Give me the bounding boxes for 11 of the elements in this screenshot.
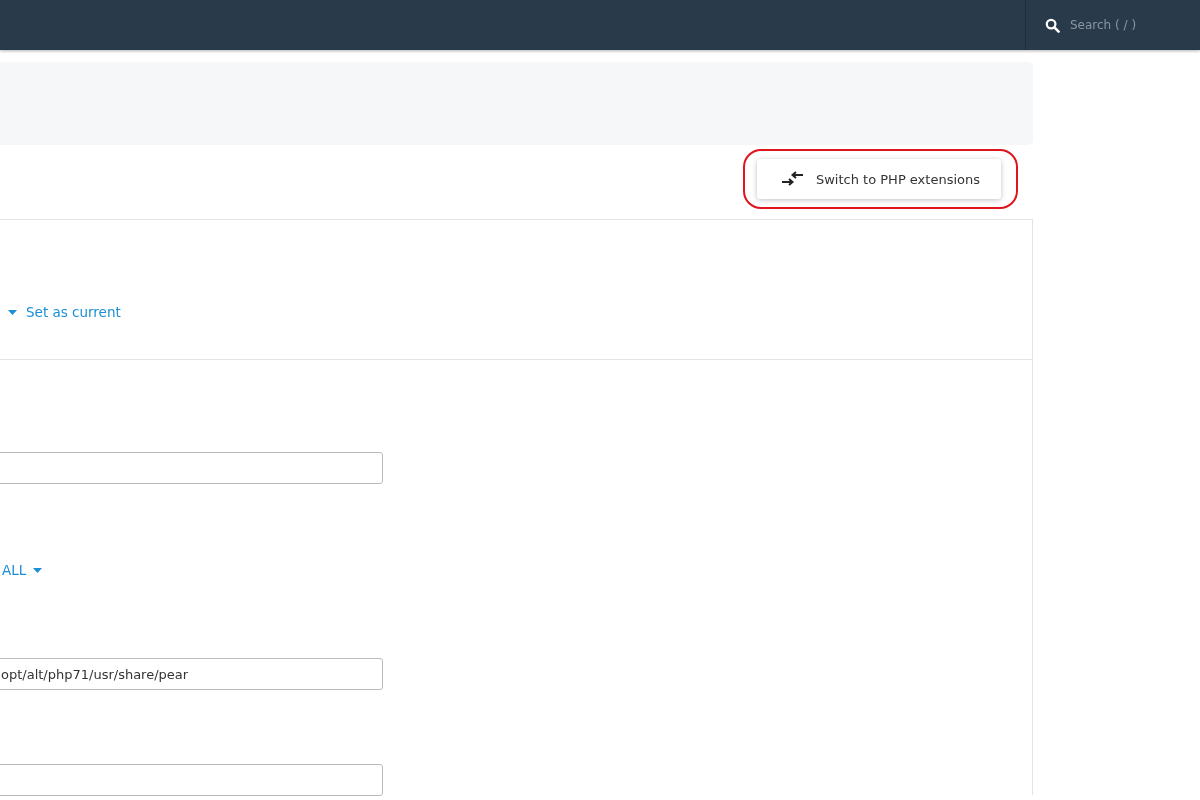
text-field[interactable]	[0, 764, 383, 796]
set-current-link[interactable]: Set as current	[8, 304, 121, 320]
level-dropdown[interactable]: ALL	[2, 562, 1032, 578]
search-field[interactable]: Search ( / )	[1070, 18, 1190, 32]
text-field[interactable]: opt/alt/php71/usr/share/pear	[0, 658, 383, 690]
text-field[interactable]	[0, 452, 383, 484]
caret-icon	[8, 309, 17, 315]
switch-extensions-button[interactable]: Switch to PHP extensions	[756, 159, 1001, 199]
switch-arrows-icon	[780, 171, 804, 187]
search-icon	[1045, 17, 1060, 33]
caret-icon	[33, 567, 43, 573]
